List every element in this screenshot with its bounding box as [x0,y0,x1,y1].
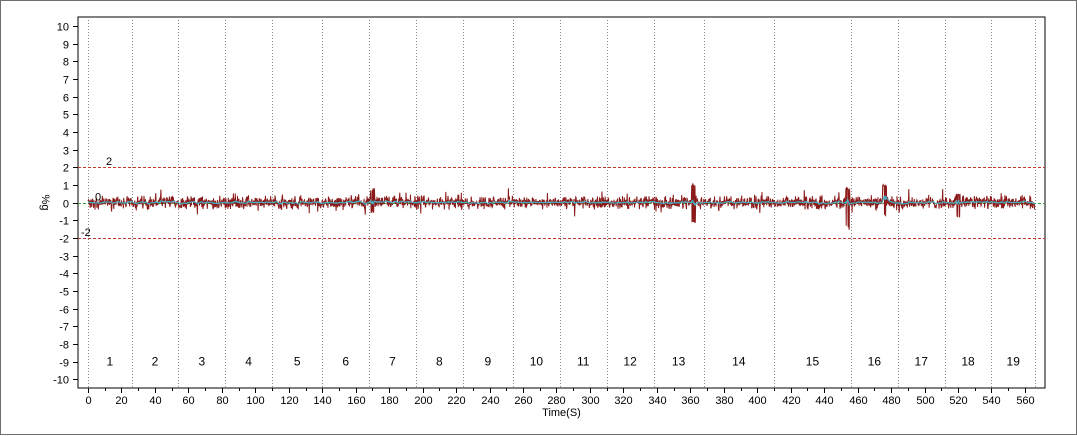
segment-label: 2 [152,355,159,369]
threshold-label: 2 [106,156,112,168]
y-tick-label: 2 [63,163,69,175]
segment-label: 14 [732,355,746,369]
x-tick-label: 140 [313,395,331,407]
segment-label: 9 [485,355,492,369]
segment-label: 4 [245,355,252,369]
x-axis-title: Time(S) [542,407,581,419]
x-tick-label: 300 [581,395,599,407]
x-tick-label: 520 [949,395,967,407]
segment-label: 13 [672,355,686,369]
segment-label: 19 [1007,355,1021,369]
y-tick-label: 9 [63,40,69,52]
x-tick-label: 60 [182,395,194,407]
x-tick-label: 440 [815,395,833,407]
segment-label: 11 [577,355,590,369]
x-tick-label: 540 [982,395,1000,407]
y-tick-label: 1 [63,181,69,193]
y-tick-label: 10 [57,22,69,34]
segment-label: 15 [806,355,820,369]
x-tick-label: 480 [882,395,900,407]
segment-label: 8 [436,355,443,369]
y-tick-label: -6 [59,305,69,317]
y-tick-label: -5 [59,287,69,299]
y-tick-label: -8 [59,340,69,352]
segment-label: 3 [198,355,205,369]
x-tick-label: 340 [648,395,666,407]
chart-svg: 109876543210-1-2-3-4-5-6-7-8-9-100 20 40 60… [39,16,1046,419]
y-tick-label: 6 [63,93,69,105]
segment-label: 5 [294,355,301,369]
x-tick-label: 200 [414,395,432,407]
x-tick-label: 460 [849,395,867,407]
x-tick-label: 560 [1016,395,1034,407]
x-tick-label: 80 [216,395,228,407]
y-tick-label: 7 [63,75,69,87]
x-tick-label: 0 [85,395,91,407]
x-tick-label: 160 [347,395,365,407]
segment-label: 16 [868,355,882,369]
x-tick-label: 500 [916,395,934,407]
y-tick-label: -7 [59,322,69,334]
y-tick-label: -3 [59,252,69,264]
segment-label: 18 [961,355,975,369]
x-tick-label: 360 [681,395,699,407]
y-tick-label: 5 [63,110,69,122]
segment-label: 17 [915,355,929,369]
y-tick-label: -4 [59,269,69,281]
y-axis-title: %g [39,195,51,211]
y-tick-label: -10 [53,375,69,387]
x-tick-label: 40 [149,395,161,407]
threshold-label: -2 [81,227,91,239]
y-tick-label: 8 [63,57,69,69]
chart-frame: 10 9 8 7 6 5 4 3 2 1 0 -1 -2 -3 -4 -5 -6 -7 -8 -9 -10 0 20 40 60… [0,0,1077,435]
segment-label: 6 [342,355,349,369]
y-tick-label: 4 [63,128,69,140]
x-tick-label: 240 [481,395,499,407]
x-tick-label: 20 [115,395,127,407]
x-tick-label: 120 [280,395,298,407]
segment-label: 12 [623,355,637,369]
y-tick-label: 0 [63,199,69,211]
segment-label: 7 [389,355,396,369]
y-tick-label: -9 [59,358,69,370]
x-tick-label: 100 [246,395,264,407]
y-tick-label: -1 [59,216,69,228]
y-tick-label: 3 [63,146,69,158]
segment-label: 10 [530,355,544,369]
x-tick-label: 400 [748,395,766,407]
x-tick-label: 280 [547,395,565,407]
x-tick-label: 220 [447,395,465,407]
x-tick-label: 420 [782,395,800,407]
segment-label: 1 [106,355,113,369]
x-tick-label: 180 [380,395,398,407]
threshold-label: 0 [95,192,101,204]
y-tick-label: -2 [59,234,69,246]
x-tick-label: 260 [514,395,532,407]
x-tick-label: 320 [614,395,632,407]
x-tick-label: 380 [715,395,733,407]
